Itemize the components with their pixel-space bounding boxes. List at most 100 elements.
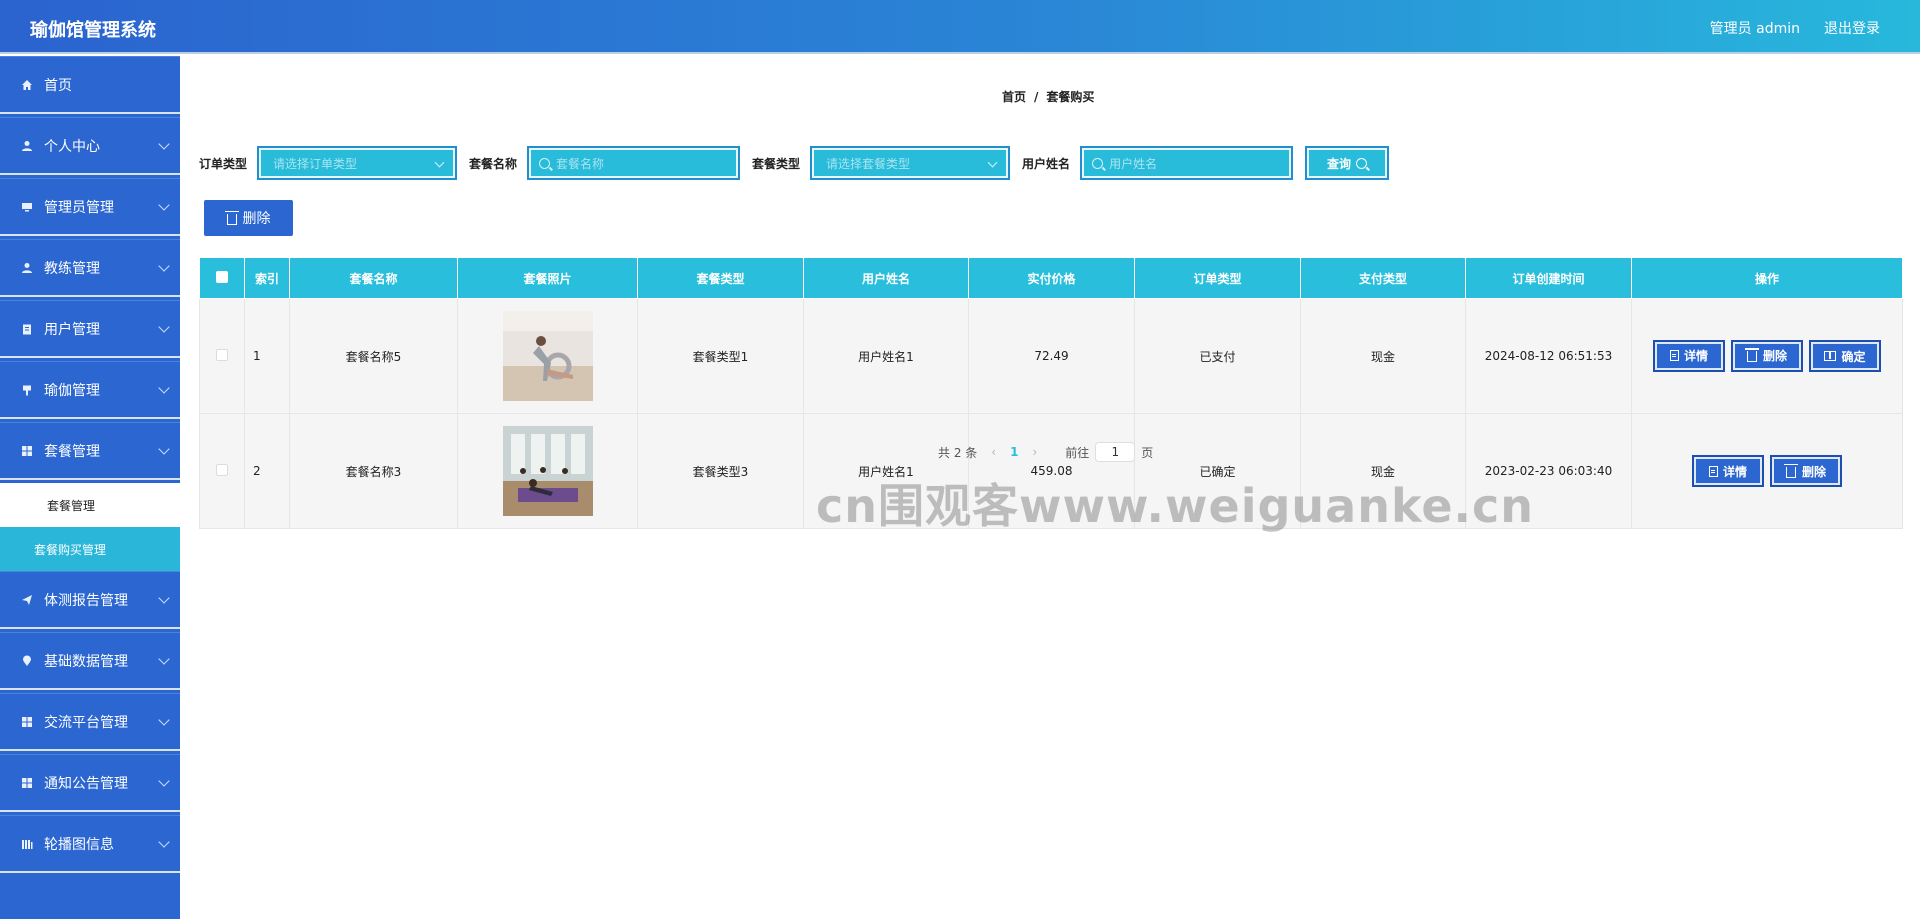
row-user-name: 用户姓名1 [803,298,969,414]
chevron-down-icon [158,138,170,150]
main-content: 首页 / 套餐购买 订单类型 请选择订单类型 套餐名称 套餐名称 套餐类型 请选择套… [180,56,1920,919]
chevron-right-icon[interactable]: › [1032,445,1037,459]
sidebar-subitem-package-purchase[interactable]: 套餐购买管理 [0,527,180,571]
sidebar-item-label: 用户管理 [44,321,100,338]
header-pay-type: 支付类型 [1300,257,1466,299]
admin-user-label: 管理员 admin [1709,21,1800,37]
row-package-type: 套餐类型1 [637,298,804,414]
row-order-type: 已支付 [1134,298,1301,414]
header-order-type: 订单类型 [1134,257,1301,299]
confirm-button[interactable]: 确定 [1809,340,1881,373]
sidebar-item-label: 基础数据管理 [44,653,128,670]
search-icon [1356,157,1368,169]
sidebar-item-label: 交流平台管理 [44,714,128,731]
header-created-time: 订单创建时间 [1465,257,1632,299]
row-actions: 详情 删除 [1631,413,1903,529]
sidebar-item-admin[interactable]: 管理员管理 [0,178,180,236]
sidebar-item-coach[interactable]: 教练管理 [0,239,180,297]
detail-button[interactable]: 详情 [1692,455,1764,487]
sidebar-item-label: 教练管理 [44,260,100,277]
package-name-input[interactable]: 套餐名称 [527,146,741,180]
user-name-placeholder: 用户姓名 [1109,156,1158,171]
batch-delete-button[interactable]: 删除 [204,200,293,236]
search-icon [1092,157,1104,169]
yoga-wheel-photo [502,311,593,401]
chevron-down-icon [434,157,445,168]
sidebar-item-users[interactable]: 用户管理 [0,300,180,358]
package-type-label: 套餐类型 [752,156,801,171]
delete-label: 删除 [1801,464,1826,479]
breadcrumb-separator: / [1034,90,1039,104]
monitor-icon [20,200,34,214]
row-checkbox[interactable] [216,348,228,361]
header-package-name: 套餐名称 [289,257,458,299]
sidebar-item-carousel[interactable]: 轮播图信息 [0,815,180,873]
chevron-down-icon [158,321,170,333]
chevron-down-icon [158,382,170,394]
sidebar-item-yoga[interactable]: 瑜伽管理 [0,361,180,419]
home-icon [20,78,34,92]
confirm-label: 确定 [1841,349,1866,364]
sidebar-item-package[interactable]: 套餐管理 [0,422,180,480]
user-name-label: 用户姓名 [1022,156,1071,171]
sidebar-item-label: 个人中心 [44,138,100,155]
row-checkbox[interactable] [216,463,228,476]
user-icon [20,261,34,275]
breadcrumb-home[interactable]: 首页 [1002,90,1026,104]
app-title: 瑜伽馆管理系统 [30,20,156,41]
row-package-name: 套餐名称5 [289,298,458,414]
bar-icon [20,837,34,851]
header-package-photo: 套餐照片 [457,257,638,299]
breadcrumb: 首页 / 套餐购买 [1002,88,1094,105]
sidebar-item-personal-center[interactable]: 个人中心 [0,117,180,175]
row-photo-cell [457,298,638,414]
sidebar-item-label: 体测报告管理 [44,592,128,609]
package-name-label: 套餐名称 [469,156,518,171]
sidebar-item-label: 通知公告管理 [44,775,128,792]
book-icon [1824,351,1837,362]
row-index: 1 [244,298,290,414]
breadcrumb-current: 套餐购买 [1046,90,1095,104]
query-button-label: 查询 [1327,156,1352,171]
row-package-name: 套餐名称3 [289,413,458,529]
chevron-down-icon [158,592,170,604]
sidebar-subitem-package-manage[interactable]: 套餐管理 [0,483,180,527]
row-price: 72.49 [968,298,1135,414]
package-type-select[interactable]: 请选择套餐类型 [810,146,1011,180]
sidebar-item-fitness-report[interactable]: 体测报告管理 [0,571,180,629]
user-name-input[interactable]: 用户姓名 [1080,146,1294,180]
grid-icon [20,715,34,729]
logout-link[interactable]: 退出登录 [1824,18,1880,38]
chevron-down-icon [158,775,170,787]
sidebar-item-label: 首页 [44,77,72,94]
query-button[interactable]: 查询 [1305,146,1390,180]
clipboard-icon [20,322,34,336]
row-actions: 详情 删除 确定 [1631,298,1903,414]
chevron-down-icon [158,836,170,848]
order-type-select[interactable]: 请选择订单类型 [257,146,458,180]
top-header: 瑜伽馆管理系统 管理员 admin 退出登录 [0,0,1920,54]
watermark: cn围观客www.weiguanke.cn [816,479,1535,533]
chevron-down-icon [158,260,170,272]
chevron-left-icon[interactable]: ‹ [991,445,996,459]
sidebar-item-home[interactable]: 首页 [0,56,180,114]
chevron-down-icon [158,714,170,726]
pagination-page-1[interactable]: 1 [1010,445,1018,459]
delete-button[interactable]: 删除 [1731,339,1803,372]
sidebar-item-notice[interactable]: 通知公告管理 [0,754,180,812]
send-icon [20,593,34,607]
header-select-all[interactable] [199,257,245,299]
detail-button[interactable]: 详情 [1653,339,1725,372]
sidebar-item-forum[interactable]: 交流平台管理 [0,693,180,751]
chevron-down-icon [987,157,998,168]
select-all-checkbox[interactable] [216,270,228,283]
detail-label: 详情 [1683,349,1708,364]
pagination-goto-input[interactable] [1095,442,1136,462]
row-index: 2 [244,413,290,529]
sidebar-item-basic-data[interactable]: 基础数据管理 [0,632,180,690]
delete-button[interactable]: 删除 [1770,455,1842,487]
order-type-label: 订单类型 [199,156,248,171]
row-pay-type: 现金 [1300,298,1466,414]
header-user-name: 用户姓名 [803,257,969,299]
flag-icon [20,383,34,397]
